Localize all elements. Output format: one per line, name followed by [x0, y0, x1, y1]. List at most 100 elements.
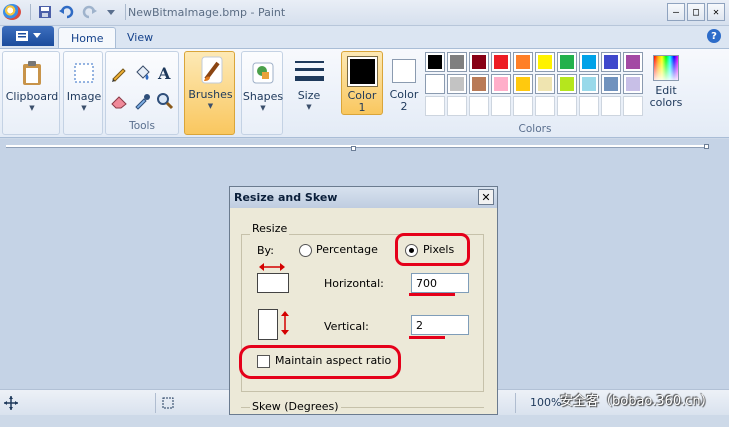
brush-icon [196, 54, 226, 88]
colors-group-label: Colors [518, 123, 552, 135]
palette-swatch[interactable] [623, 74, 643, 94]
paint-app-icon[interactable] [3, 4, 21, 20]
palette-swatch[interactable] [469, 52, 489, 72]
horizontal-input[interactable]: 700 [411, 273, 469, 293]
resize-handle-corner[interactable] [704, 144, 709, 149]
palette-swatch[interactable] [425, 74, 445, 94]
palette-swatch[interactable] [491, 52, 511, 72]
status-separator [515, 393, 516, 413]
palette-empty-swatch[interactable] [623, 96, 643, 116]
color1-button[interactable]: Color 1 [341, 51, 383, 115]
palette-swatch[interactable] [513, 52, 533, 72]
resize-handle-bottom[interactable] [351, 146, 356, 151]
clipboard-icon [17, 56, 47, 90]
vertical-arrow-icon [281, 311, 289, 335]
resize-group-label: Resize [250, 222, 290, 235]
color2-caption: Color 2 [385, 89, 423, 113]
edit-colors-label-2: colors [649, 96, 683, 109]
paint-menu-button[interactable] [2, 26, 54, 46]
save-icon[interactable] [37, 4, 53, 20]
palette-empty-swatch[interactable] [513, 96, 533, 116]
status-separator [155, 393, 156, 413]
color1-caption: Color 1 [342, 90, 382, 114]
shapes-button[interactable]: Shapes ▼ [243, 56, 283, 112]
palette-empty-swatch[interactable] [469, 96, 489, 116]
color-spectrum-icon [653, 55, 679, 81]
close-button[interactable]: ✕ [707, 3, 725, 21]
palette-empty-swatch[interactable] [579, 96, 599, 116]
palette-swatch[interactable] [513, 74, 533, 94]
palette-swatch[interactable] [425, 52, 445, 72]
title-bar: NewBitmaImage.bmp - Paint – □ ✕ [0, 0, 729, 26]
highlight-underline [409, 336, 445, 339]
ribbon-tab-bar: Home View ? [0, 26, 729, 48]
palette-swatch[interactable] [557, 74, 577, 94]
redo-icon[interactable] [81, 4, 97, 20]
highlight-underline [409, 293, 455, 296]
color-palette [425, 52, 644, 117]
selection-size-icon [162, 397, 174, 409]
fill-icon[interactable] [131, 62, 153, 84]
tab-home[interactable]: Home [58, 27, 117, 48]
brushes-button[interactable]: Brushes ▼ [187, 54, 234, 110]
color-picker-icon[interactable] [131, 90, 153, 112]
skew-group-label: Skew (Degrees) [250, 400, 341, 413]
palette-empty-swatch[interactable] [425, 96, 445, 116]
tools-group-label: Tools [129, 120, 155, 132]
svg-text:A: A [157, 64, 171, 82]
color1-fill [350, 59, 375, 84]
palette-swatch[interactable] [579, 74, 599, 94]
text-icon[interactable]: A [154, 62, 176, 84]
palette-empty-swatch[interactable] [447, 96, 467, 116]
palette-swatch[interactable] [535, 74, 555, 94]
window-title: NewBitmaImage.bmp - Paint [128, 6, 286, 19]
magnifier-icon[interactable] [154, 90, 176, 112]
quick-access-toolbar [30, 4, 126, 20]
color2-button[interactable]: Color 2 [385, 51, 423, 115]
palette-empty-swatch[interactable] [535, 96, 555, 116]
maximize-button[interactable]: □ [687, 3, 705, 21]
qat-separator [125, 4, 126, 20]
palette-swatch[interactable] [535, 52, 555, 72]
size-button[interactable]: Size ▼ [290, 55, 328, 111]
color1-swatch [347, 56, 378, 87]
palette-swatch[interactable] [601, 74, 621, 94]
palette-swatch[interactable] [579, 52, 599, 72]
palette-swatch[interactable] [601, 52, 621, 72]
vertical-input[interactable]: 2 [411, 315, 469, 335]
edit-colors-button[interactable]: Edit colors [646, 55, 686, 109]
drawing-canvas[interactable] [6, 145, 708, 148]
customize-qat-icon[interactable] [103, 4, 119, 20]
ribbon: Clipboard ▼ Image ▼ A Tools Brushes ▼ Sh… [0, 48, 729, 138]
select-icon [69, 56, 99, 90]
undo-icon[interactable] [59, 4, 75, 20]
palette-swatch[interactable] [557, 52, 577, 72]
chevron-down-icon: ▼ [306, 103, 312, 111]
image-button[interactable]: Image ▼ [66, 56, 102, 112]
qat-separator [30, 4, 31, 20]
palette-swatch[interactable] [623, 52, 643, 72]
clipboard-label: Clipboard [5, 90, 59, 103]
clipboard-button[interactable]: Clipboard ▼ [6, 56, 58, 112]
dialog-close-button[interactable]: ✕ [478, 189, 494, 205]
chevron-down-icon: ▼ [29, 104, 35, 112]
palette-swatch[interactable] [491, 74, 511, 94]
color2-number: 2 [400, 100, 408, 113]
help-icon[interactable]: ? [707, 29, 721, 43]
eraser-icon[interactable] [108, 90, 130, 112]
minimize-button[interactable]: – [667, 3, 685, 21]
palette-empty-swatch[interactable] [491, 96, 511, 116]
percentage-label[interactable]: Percentage [316, 243, 378, 256]
pencil-icon[interactable] [108, 62, 130, 84]
palette-swatch[interactable] [447, 74, 467, 94]
palette-swatch[interactable] [447, 52, 467, 72]
palette-swatch[interactable] [469, 74, 489, 94]
menu-icon [16, 31, 28, 41]
line-size-icon [294, 55, 324, 89]
shapes-group: Shapes ▼ [241, 51, 283, 135]
palette-empty-swatch[interactable] [601, 96, 621, 116]
tab-view[interactable]: View [115, 27, 165, 48]
chevron-down-icon: ▼ [260, 104, 266, 112]
percentage-radio[interactable] [299, 244, 312, 257]
palette-empty-swatch[interactable] [557, 96, 577, 116]
